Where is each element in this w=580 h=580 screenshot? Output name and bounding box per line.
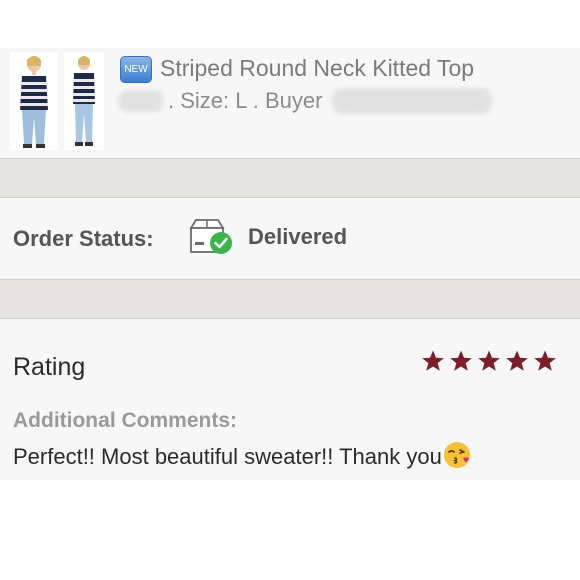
- product-size-buyer: . Size: L . Buyer: [168, 88, 323, 113]
- order-item-card[interactable]: NEW Striped Round Neck Kitted Top . Size…: [0, 48, 580, 158]
- rating-label: Rating: [13, 353, 86, 381]
- product-thumbnail-side[interactable]: [64, 52, 104, 150]
- section-divider: [0, 158, 580, 198]
- redacted-buyer-name: [332, 88, 492, 114]
- comment-text: Perfect!! Most beautiful sweater!! Thank…: [13, 440, 472, 470]
- page-background: [0, 480, 580, 580]
- new-badge: NEW: [120, 56, 152, 83]
- star-icon: [422, 350, 444, 371]
- rating-stars: [421, 349, 557, 375]
- star-icon: [478, 350, 500, 371]
- kissing-face-emoji-icon: [443, 442, 470, 468]
- order-status-value: Delivered: [248, 224, 348, 249]
- redacted-text: [118, 90, 164, 112]
- star-icon: [450, 350, 472, 371]
- product-meta: . Size: L . Buyer: [118, 88, 498, 116]
- star-icon: [506, 350, 528, 371]
- comment-body: Perfect!! Most beautiful sweater!! Thank…: [13, 444, 442, 469]
- additional-comments-label: Additional Comments:: [13, 409, 237, 432]
- order-status-label: Order Status:: [13, 226, 154, 251]
- order-status-row: Order Status: Delivered: [0, 198, 580, 279]
- section-divider: [0, 279, 580, 319]
- top-strip: [0, 0, 580, 48]
- star-icon: [534, 350, 556, 371]
- rating-section: Rating Additional Comments: Perfect!! Mo…: [0, 319, 580, 480]
- product-title[interactable]: Striped Round Neck Kitted Top: [160, 55, 474, 82]
- product-thumbnail-front[interactable]: [10, 52, 58, 150]
- delivered-box-icon: [189, 219, 232, 254]
